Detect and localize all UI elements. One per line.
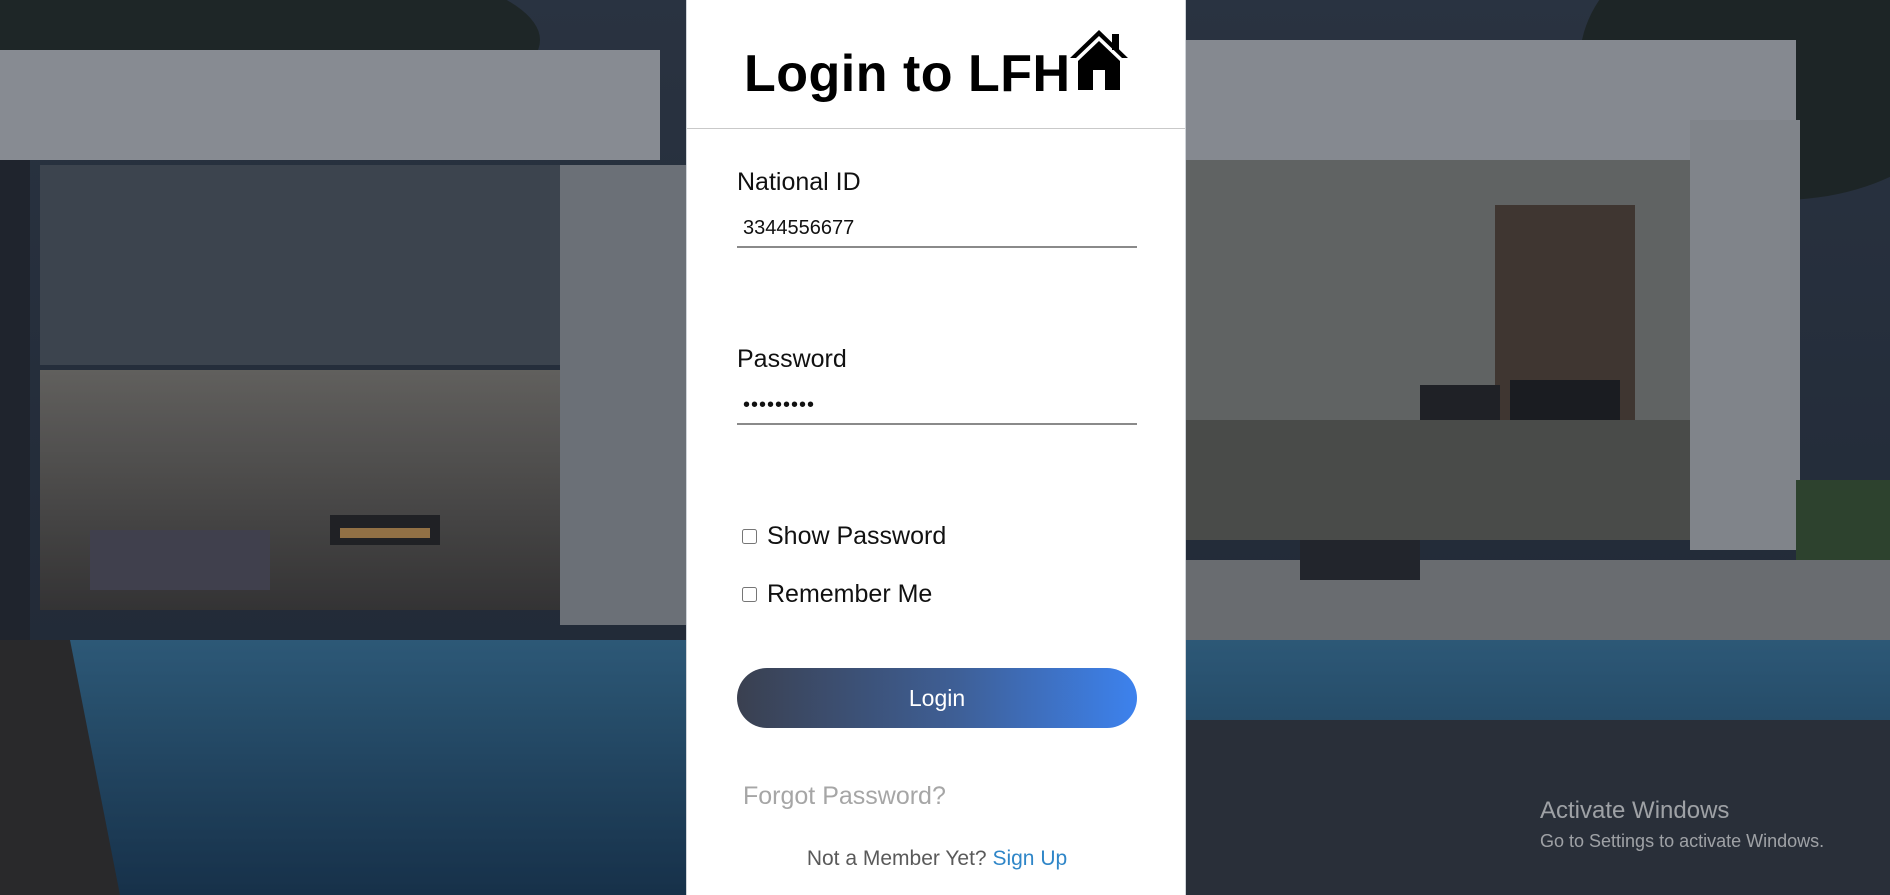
password-label: Password — [737, 345, 847, 373]
password-input[interactable] — [737, 387, 1137, 425]
login-header: Login to LFH — [687, 0, 1185, 129]
house-icon — [1070, 30, 1128, 90]
watermark-subtitle: Go to Settings to activate Windows. — [1540, 831, 1825, 851]
signup-prompt: Not a Member Yet? — [806, 847, 987, 870]
forgot-password-link[interactable]: Forgot Password? — [743, 782, 946, 811]
page-title: Login to LFH — [744, 45, 1071, 103]
signup-link[interactable]: Sign Up — [992, 847, 1067, 870]
login-button[interactable]: Login — [737, 668, 1137, 728]
watermark-title: Activate Windows — [1540, 797, 1730, 824]
signup-row: Not a Member Yet? Sign Up — [687, 847, 1187, 871]
remember-me-row: Remember Me — [742, 580, 932, 609]
show-password-checkbox[interactable] — [742, 529, 757, 544]
national-id-label: National ID — [737, 168, 861, 196]
login-card: Login to LFH National ID Password Show P… — [686, 0, 1186, 895]
show-password-row: Show Password — [742, 522, 946, 551]
windows-activation-watermark: Activate Windows Go to Settings to activ… — [1540, 797, 1824, 852]
show-password-label: Show Password — [767, 522, 947, 550]
national-id-input[interactable] — [737, 210, 1137, 248]
remember-me-label: Remember Me — [767, 580, 933, 608]
remember-me-checkbox[interactable] — [742, 587, 757, 602]
